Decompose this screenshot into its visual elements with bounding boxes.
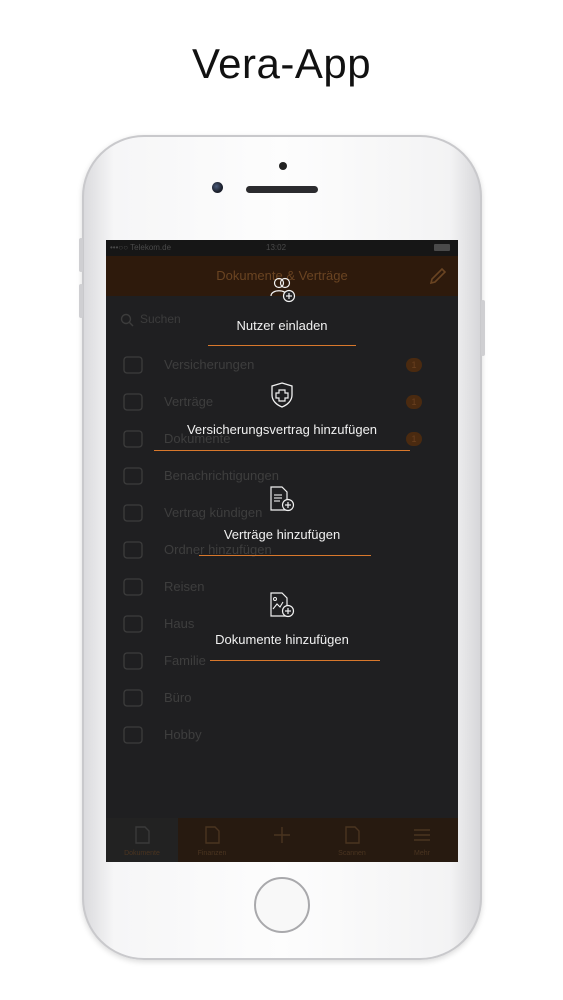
volume-up-button [79,238,83,272]
front-camera-icon [212,182,223,193]
tab-item[interactable] [247,818,317,862]
status-carrier: •••○○ Telekom.de [110,243,172,252]
tab-item[interactable]: Mehr [387,818,457,862]
add-insurance-label: Versicherungsvertrag hinzufügen [186,422,378,437]
page-headline: Vera-App [191,40,372,87]
battery-icon [434,244,450,251]
invite-user-label: Nutzer einladen [236,318,328,333]
add-document-underline [210,660,380,661]
menu-item[interactable]: Büro [122,686,442,710]
status-bar: •••○○ Telekom.de 13:02 [106,240,458,256]
earpiece-speaker [246,186,318,193]
finance-tab-icon [205,826,220,844]
proximity-sensor [279,162,287,170]
app-screen: •••○○ Telekom.de 13:02 Dokumente & Vertr… [106,240,458,862]
tab-item[interactable]: Scannen [317,818,387,862]
invite-user-icon [270,277,296,303]
home-button[interactable] [254,877,310,933]
invite-user-action[interactable]: Nutzer einladen [106,274,458,354]
tab-label: Dokumente [124,850,160,857]
document-plus-icon [270,592,295,618]
tab-label: Mehr [414,850,430,857]
tab-item[interactable]: Dokumente [107,818,177,862]
add-contract-label: Verträge hinzufügen [223,527,341,542]
shield-plus-icon [271,382,293,408]
add-insurance-action[interactable]: Versicherungsvertrag hinzufügen [106,380,458,460]
menu-item[interactable]: Versicherungen 1 [122,353,442,377]
contract-plus-icon [270,486,295,512]
menu-item[interactable]: Hobby [122,723,442,747]
add-contract-underline [199,555,371,556]
menu-item-label: Hobby [164,727,202,742]
tab-label: Finanzen [197,850,227,857]
add-document-action[interactable]: Dokumente hinzufügen [106,590,458,670]
bell-icon [123,467,143,485]
add-document-label: Dokumente hinzufügen [215,632,349,647]
add-contract-action[interactable]: Verträge hinzufügen [106,484,458,564]
menu-item-label: Büro [164,690,192,705]
tab-item[interactable]: Finanzen [177,818,247,862]
add-insurance-underline [154,450,410,451]
tab-label: Scannen [338,850,366,857]
tab-bar: Dokumente Finanzen Scannen Mehr [106,818,458,862]
status-time: 13:02 [266,243,287,252]
volume-down-button [79,284,83,318]
count-badge: 1 [406,358,422,372]
menu-icon [414,829,430,841]
menu-item-label: Versicherungen [164,357,255,372]
plus-icon [274,827,290,843]
menu-item-label: Benachrichtigungen [164,468,279,483]
invite-user-underline [208,345,356,346]
hobby-icon [123,726,143,744]
document-tab-icon [135,826,150,844]
scan-tab-icon [345,826,360,844]
shield-icon [123,356,143,374]
power-button [481,300,485,356]
office-icon [123,689,143,707]
